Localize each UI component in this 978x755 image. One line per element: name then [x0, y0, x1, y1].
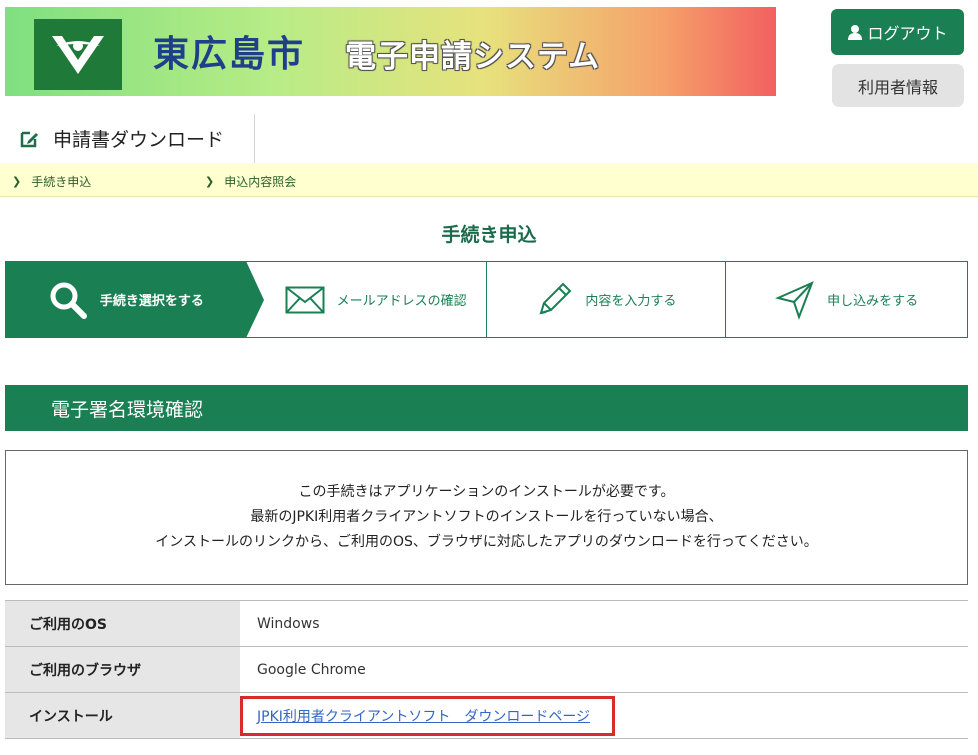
nav-item-label: 申込内容照会 [224, 175, 297, 189]
row-label: インストール [5, 692, 240, 739]
edit-icon [20, 131, 38, 147]
step-confirm-email: メールアドレスの確認 [246, 262, 487, 337]
site-banner: 東広島市 電子申請システム [5, 7, 776, 96]
row-value: Windows [257, 615, 320, 632]
row-label: ご利用のOS [5, 600, 240, 647]
pencil-icon [539, 282, 572, 314]
notice-line: 最新のJPKI利用者クライアントソフトのインストールを行っていない場合、 [250, 509, 723, 525]
jpki-download-link[interactable]: JPKI利用者クライアントソフト ダウンロードページ [257, 709, 590, 725]
chevron-right-icon: ❯ [205, 175, 215, 188]
step-enter-content: 内容を入力する [487, 262, 727, 337]
row-label: ご利用のブラウザ [5, 646, 240, 693]
notice-line: インストールのリンクから、ご利用のOS、ブラウザに対応したアプリのダウンロードを… [155, 534, 818, 550]
step-label: 申し込みをする [827, 294, 919, 309]
notice-box: この手続きはアプリケーションのインストールが必要です。 最新のJPKI利用者クラ… [5, 450, 968, 585]
progress-steps: 手続き選択をする メールアドレスの確認 内容を入力する 申し込みをする [5, 261, 968, 338]
step-label: 手続き選択をする [99, 294, 204, 309]
nav-item-inquiry[interactable]: ❯ 申込内容照会 [205, 173, 296, 190]
environment-table: ご利用のOS Windows ご利用のブラウザ Google Chrome イン… [5, 600, 968, 739]
user-icon [848, 25, 863, 40]
logout-button[interactable]: ログアウト [831, 9, 964, 55]
nav-item-apply[interactable]: ❯ 手続き申込 [12, 173, 91, 190]
notice-line: この手続きはアプリケーションのインストールが必要です。 [298, 484, 675, 500]
row-value: Google Chrome [257, 661, 366, 678]
step-select-procedure: 手続き選択をする [6, 261, 264, 338]
city-name: 東広島市 [153, 33, 306, 75]
table-row: ご利用のOS Windows [5, 600, 968, 647]
user-info-label: 利用者情報 [857, 79, 938, 97]
table-row: ご利用のブラウザ Google Chrome [5, 646, 968, 693]
download-tab-label: 申請書ダウンロード [53, 129, 225, 151]
search-icon [50, 282, 87, 319]
download-tab[interactable]: 申請書ダウンロード [5, 114, 255, 163]
mail-icon [285, 286, 325, 313]
user-info-button[interactable]: 利用者情報 [832, 64, 964, 107]
city-emblem-icon [34, 19, 122, 90]
nav-item-label: 手続き申込 [31, 175, 92, 189]
step-submit: 申し込みをする [726, 262, 967, 337]
section-title: 電子署名環境確認 [51, 398, 204, 421]
chevron-right-icon: ❯ [12, 175, 22, 188]
nav-bar: ❯ 手続き申込 ❯ 申込内容照会 [0, 163, 978, 197]
highlight-box: JPKI利用者クライアントソフト ダウンロードページ [240, 695, 616, 736]
section-header: 電子署名環境確認 [5, 385, 968, 431]
send-icon [775, 280, 814, 320]
row-value: JPKI利用者クライアントソフト ダウンロードページ [240, 693, 968, 739]
logout-label: ログアウト [867, 26, 948, 43]
step-label: メールアドレスの確認 [336, 294, 467, 309]
page-title: 手続き申込 [441, 224, 537, 246]
step-label: 内容を入力する [585, 294, 677, 309]
system-name: 電子申請システム [345, 39, 601, 75]
table-row: インストール JPKI利用者クライアントソフト ダウンロードページ [5, 692, 968, 739]
